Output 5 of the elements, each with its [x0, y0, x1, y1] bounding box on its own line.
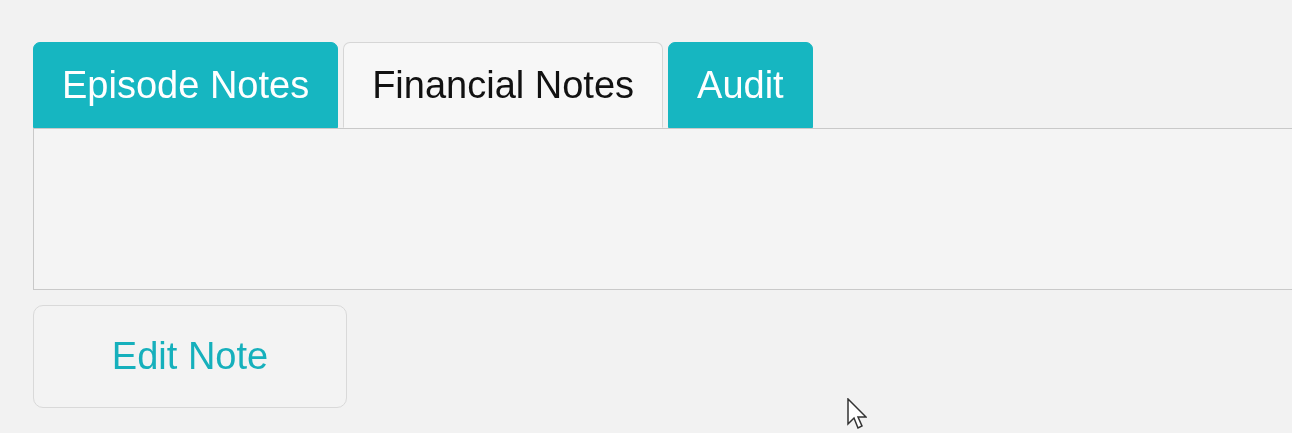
tab[interactable]: Audit [668, 42, 813, 128]
tab[interactable]: Financial Notes [343, 42, 664, 128]
cursor-icon [847, 398, 867, 430]
edit-note-button[interactable]: Edit Note [33, 305, 347, 408]
tab[interactable]: Episode Notes [33, 42, 339, 128]
